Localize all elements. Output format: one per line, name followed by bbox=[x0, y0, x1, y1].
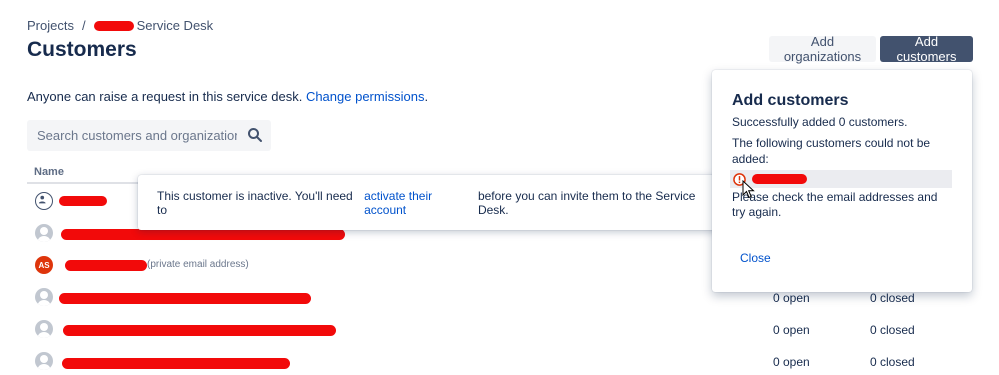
user-avatar-initials: AS bbox=[35, 256, 53, 274]
redacted-customer-name bbox=[61, 229, 345, 240]
breadcrumb-separator: / bbox=[81, 18, 86, 33]
close-dialog-link[interactable]: Close bbox=[740, 251, 771, 265]
private-email-note: (private email address) bbox=[147, 259, 249, 270]
breadcrumb-projects-link[interactable]: Projects bbox=[27, 18, 74, 33]
user-avatar-icon bbox=[35, 224, 53, 242]
column-header-name[interactable]: Name bbox=[34, 166, 64, 178]
closed-requests-count: 0 closed bbox=[870, 291, 915, 305]
change-permissions-link[interactable]: Change permissions bbox=[306, 89, 425, 104]
redacted-customer-name bbox=[59, 293, 311, 304]
activate-account-link[interactable]: activate their account bbox=[364, 189, 475, 217]
table-row[interactable]: 0 open 0 closed bbox=[27, 346, 972, 375]
user-avatar-icon bbox=[35, 288, 53, 306]
redacted-project-name bbox=[93, 20, 134, 31]
user-avatar-icon bbox=[35, 320, 53, 338]
tooltip-text-prefix: This customer is inactive. You'll need t… bbox=[157, 188, 353, 217]
redacted-customer-name bbox=[63, 325, 336, 336]
user-avatar-icon bbox=[35, 352, 53, 370]
add-organizations-button[interactable]: Add organizations bbox=[769, 34, 876, 64]
open-requests-count: 0 open bbox=[773, 355, 810, 369]
redacted-failed-customer-email bbox=[752, 174, 807, 184]
mouse-cursor-icon bbox=[742, 180, 755, 199]
breadcrumb-project-link[interactable]: Service Desk bbox=[137, 18, 214, 33]
closed-requests-count: 0 closed bbox=[870, 355, 915, 369]
breadcrumb: Projects / Service Desk bbox=[27, 18, 213, 33]
search-icon[interactable] bbox=[247, 127, 263, 143]
dialog-title: Add customers bbox=[732, 92, 849, 109]
open-requests-count: 0 open bbox=[773, 291, 810, 305]
permissions-info-text: Anyone can raise a request in this servi… bbox=[27, 89, 303, 104]
inactive-customer-tooltip: This customer is inactive. You'll need t… bbox=[138, 175, 723, 230]
redacted-customer-name bbox=[65, 260, 147, 271]
failed-customer-row[interactable] bbox=[730, 170, 952, 188]
dialog-failed-message: The following customers could not be add… bbox=[732, 136, 931, 166]
table-row[interactable]: 0 open 0 closed bbox=[27, 314, 972, 346]
permissions-info-suffix: . bbox=[424, 89, 429, 104]
search-box bbox=[27, 120, 271, 151]
page-title: Customers bbox=[27, 38, 137, 61]
add-customers-button[interactable]: Add customers bbox=[880, 34, 973, 64]
open-requests-count: 0 open bbox=[773, 323, 810, 337]
redacted-customer-name bbox=[62, 358, 290, 369]
closed-requests-count: 0 closed bbox=[870, 323, 915, 337]
organization-avatar-icon bbox=[35, 192, 53, 210]
dialog-success-message: Successfully added 0 customers. bbox=[732, 115, 908, 129]
search-input[interactable] bbox=[37, 128, 237, 143]
permissions-info: Anyone can raise a request in this servi… bbox=[27, 89, 428, 104]
tooltip-text-suffix: before you can invite them to the Servic… bbox=[477, 188, 696, 217]
redacted-customer-name bbox=[59, 196, 107, 206]
dialog-help-text: Please check the email addresses and try… bbox=[732, 190, 938, 219]
